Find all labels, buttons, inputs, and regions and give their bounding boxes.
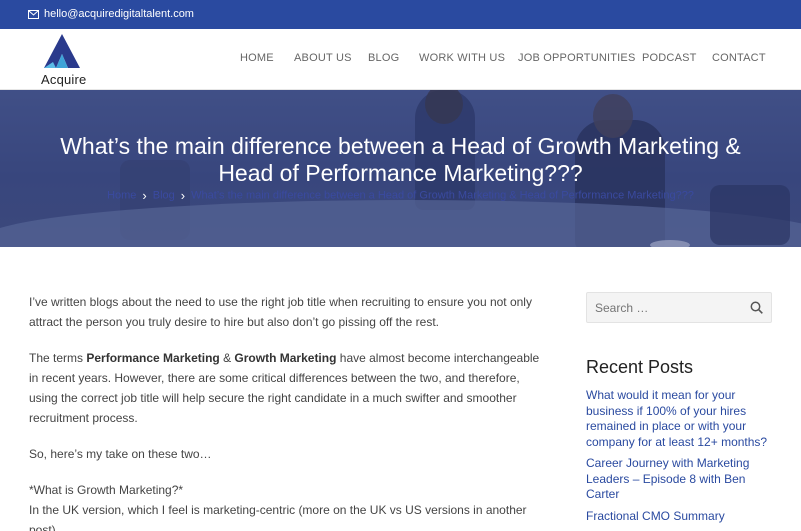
article-body: I’ve written blogs about the need to use…	[29, 292, 549, 531]
nav-job-opportunities[interactable]: JOB OPPORTUNITIES	[518, 52, 636, 64]
article-paragraph: *What is Growth Marketing?* In the UK ver…	[29, 483, 527, 531]
page-title: What’s the main difference between a Hea…	[60, 133, 741, 186]
breadcrumb-home[interactable]: Home	[107, 190, 136, 202]
logo-text: Acquire	[41, 72, 87, 87]
page-hero: What’s the main difference between a Hea…	[0, 90, 801, 247]
email-text: hello@acquiredigitaltalent.com	[44, 8, 194, 20]
article-paragraph: I’ve written blogs about the need to use…	[29, 295, 532, 329]
logo[interactable]: Acquire	[40, 34, 90, 87]
breadcrumb-blog[interactable]: Blog	[153, 190, 175, 202]
email-link[interactable]: hello@acquiredigitaltalent.com	[28, 8, 194, 20]
article-paragraph: The terms Performance Marketing & Growth…	[29, 351, 540, 425]
nav-about-us[interactable]: ABOUT US	[294, 52, 352, 64]
recent-post-link[interactable]: What would it mean for your business if …	[586, 388, 772, 450]
recent-post-link[interactable]: Career Journey with Marketing Leaders – …	[586, 456, 772, 503]
article-paragraph: So, here’s my take on these two…	[29, 447, 212, 461]
search-icon[interactable]	[750, 301, 763, 314]
envelope-icon	[28, 9, 39, 19]
nav-blog[interactable]: BLOG	[368, 52, 399, 64]
nav-contact[interactable]: CONTACT	[712, 52, 766, 64]
recent-posts-list: What would it mean for your business if …	[586, 388, 772, 530]
nav-work-with-us[interactable]: WORK WITH US	[419, 52, 505, 64]
top-bar: hello@acquiredigitaltalent.com	[0, 0, 801, 29]
site-header: Acquire HOME ABOUT US BLOG WORK WITH US …	[0, 29, 801, 90]
chevron-right-icon: ›	[142, 188, 147, 203]
search-box	[586, 292, 772, 323]
search-input[interactable]	[595, 301, 745, 315]
breadcrumb: Home › Blog › What’s the main difference bet…	[0, 188, 801, 203]
nav-podcast[interactable]: PODCAST	[642, 52, 697, 64]
nav-home[interactable]: HOME	[240, 52, 274, 64]
chevron-right-icon: ›	[180, 188, 186, 203]
recent-posts-heading: Recent Posts	[586, 357, 694, 377]
breadcrumb-current: What’s the main difference between a Hea…	[191, 189, 694, 202]
acquire-logo-icon	[44, 34, 80, 68]
recent-post-link[interactable]: Fractional CMO Summary	[586, 509, 772, 525]
